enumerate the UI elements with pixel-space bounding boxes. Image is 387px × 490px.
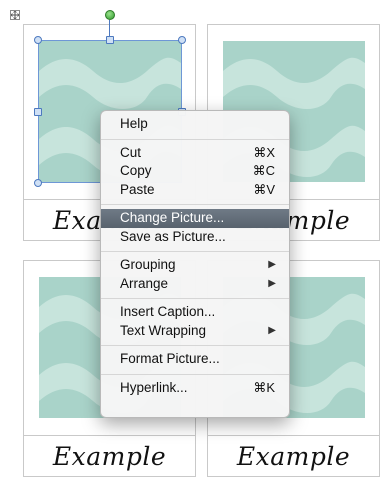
menu-item-cut[interactable]: Cut ⌘X <box>101 144 289 163</box>
menu-item-arrange[interactable]: Arrange ▶ <box>101 275 289 294</box>
submenu-arrow-icon: ▶ <box>268 324 276 336</box>
menu-item-shortcut: ⌘C <box>252 163 275 178</box>
menu-item-label: Hyperlink... <box>120 379 188 395</box>
menu-item-label: Cut <box>120 144 142 160</box>
menu-item-label: Copy <box>120 163 152 178</box>
menu-item-hyperlink[interactable]: Hyperlink... ⌘K <box>101 379 289 398</box>
menu-separator <box>101 204 289 205</box>
menu-item-label: Change Picture... <box>120 210 225 225</box>
resize-handle-top[interactable] <box>106 36 114 44</box>
menu-item-paste[interactable]: Paste ⌘V <box>101 181 289 200</box>
menu-separator <box>101 138 289 140</box>
caption-text: Example <box>236 441 351 471</box>
menu-item-shortcut: ⌘X <box>253 144 275 160</box>
resize-handle-top-left[interactable] <box>34 36 42 44</box>
menu-item-shortcut: ⌘V <box>253 181 275 197</box>
menu-item-label: Grouping <box>120 257 176 272</box>
menu-separator <box>101 345 289 346</box>
resize-handle-bottom-left[interactable] <box>34 179 42 187</box>
resize-handle-top-right[interactable] <box>178 36 186 44</box>
menu-item-copy[interactable]: Copy ⌘C <box>101 162 289 181</box>
menu-item-label: Format Picture... <box>120 351 220 366</box>
context-menu: Help Cut ⌘X Copy ⌘C Paste ⌘V Change Picture… <box>100 110 290 418</box>
table-cell-caption-4[interactable]: Example <box>207 435 380 477</box>
menu-item-help[interactable]: Help <box>101 115 289 134</box>
menu-item-insert-caption[interactable]: Insert Caption... <box>101 303 289 322</box>
menu-item-save-as-picture[interactable]: Save as Picture... <box>101 228 289 247</box>
menu-separator <box>101 298 289 299</box>
menu-separator <box>101 251 289 252</box>
submenu-arrow-icon: ▶ <box>268 277 276 289</box>
table-move-handle-icon[interactable] <box>10 10 20 20</box>
rotate-handle-icon[interactable] <box>105 10 115 20</box>
menu-item-label: Text Wrapping <box>120 322 207 338</box>
menu-item-format-picture[interactable]: Format Picture... <box>101 350 289 369</box>
menu-item-label: Arrange <box>120 275 169 291</box>
submenu-arrow-icon: ▶ <box>268 259 276 270</box>
menu-item-label: Help <box>120 116 148 131</box>
menu-item-text-wrapping[interactable]: Text Wrapping ▶ <box>101 322 289 341</box>
menu-item-label: Insert Caption... <box>120 304 216 319</box>
resize-handle-left[interactable] <box>34 108 42 116</box>
menu-item-label: Save as Picture... <box>120 228 226 244</box>
menu-separator <box>101 373 289 375</box>
menu-item-label: Paste <box>120 181 155 197</box>
menu-item-grouping[interactable]: Grouping ▶ <box>101 256 289 275</box>
menu-item-change-picture[interactable]: Change Picture... <box>101 209 289 228</box>
table-cell-caption-3[interactable]: Example <box>23 435 196 477</box>
menu-item-shortcut: ⌘K <box>253 379 275 395</box>
caption-text: Example <box>52 441 167 471</box>
